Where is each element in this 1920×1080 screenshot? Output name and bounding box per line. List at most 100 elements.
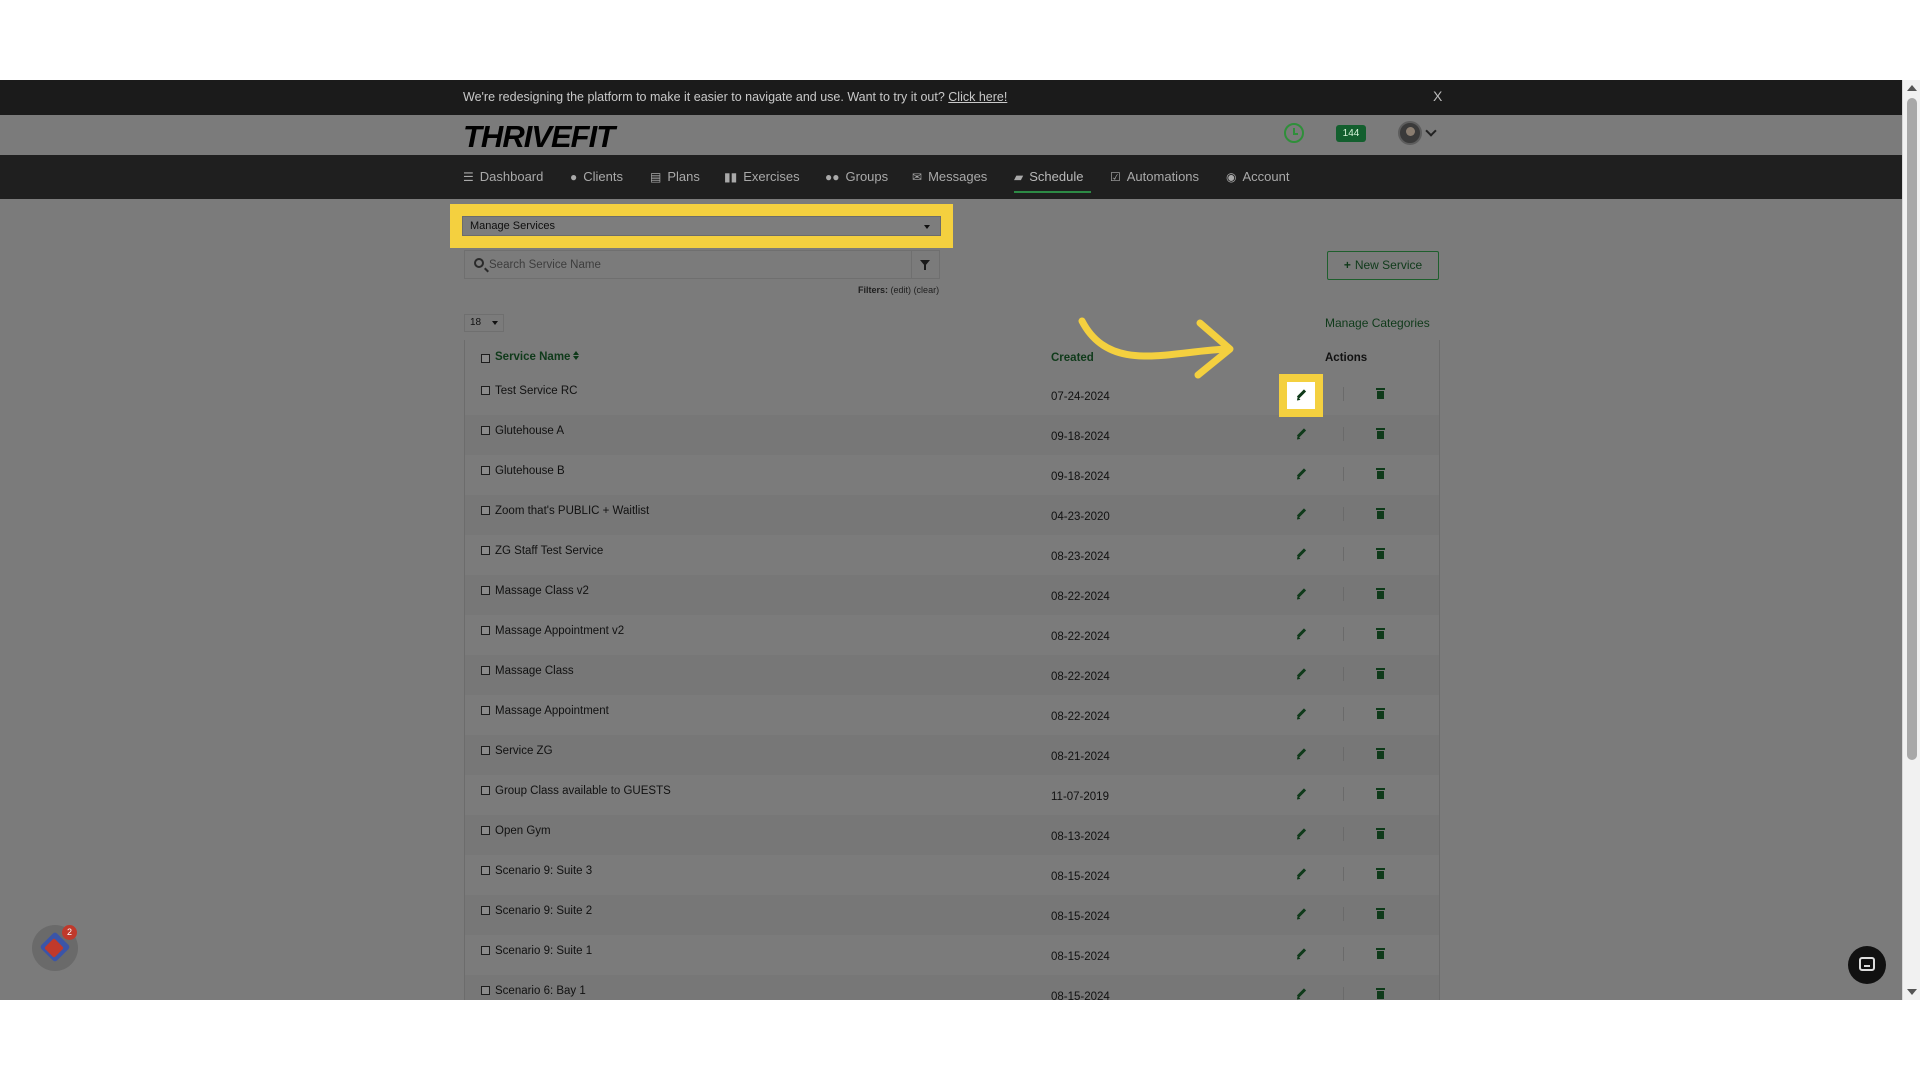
nav-item-label: Messages [928,169,988,184]
avatar[interactable] [1398,121,1422,145]
row-checkbox[interactable] [481,546,490,555]
nav-item-automations[interactable]: ☑ Automations [1110,155,1199,199]
pencil-icon[interactable] [1293,388,1309,404]
trash-icon[interactable] [1376,988,1385,999]
action-divider [1343,947,1344,961]
table-row: Glutehouse B 09-18-2024 [465,455,1439,495]
nav-item-schedule[interactable]: ▰ Schedule [1014,155,1092,199]
row-checkbox[interactable] [481,666,490,675]
pencil-icon[interactable] [1293,627,1309,643]
row-checkbox[interactable] [481,626,490,635]
filters-edit-link[interactable]: (edit) [891,285,912,295]
trash-icon[interactable] [1376,788,1385,799]
nav-item-exercises[interactable]: ▮▮ Exercises [724,155,800,199]
announcement-link[interactable]: Click here! [948,90,1007,104]
column-header-label: Service Name [495,351,571,363]
trash-icon[interactable] [1376,588,1385,599]
trash-icon[interactable] [1376,908,1385,919]
notification-count-badge[interactable]: 144 [1336,125,1366,142]
pencil-icon[interactable] [1293,467,1309,483]
action-divider [1343,867,1344,881]
trash-icon[interactable] [1376,868,1385,879]
search-input[interactable] [489,256,889,274]
row-checkbox[interactable] [481,946,490,955]
row-checkbox[interactable] [481,786,490,795]
trash-icon[interactable] [1376,468,1385,479]
trash-icon[interactable] [1376,828,1385,839]
trash-icon[interactable] [1376,428,1385,439]
row-checkbox[interactable] [481,466,490,475]
filter-button[interactable] [911,250,940,279]
trash-icon[interactable] [1376,948,1385,959]
nav-item-clients[interactable]: ● Clients [570,155,623,199]
pencil-icon[interactable] [1293,587,1309,603]
trash-icon[interactable] [1376,388,1385,399]
trash-icon[interactable] [1376,628,1385,639]
nav-item-label: Automations [1126,169,1200,184]
pencil-icon[interactable] [1293,547,1309,563]
trash-icon[interactable] [1376,668,1385,679]
pencil-icon[interactable] [1293,507,1309,523]
row-checkbox[interactable] [481,986,490,995]
trash-icon[interactable] [1376,748,1385,759]
row-checkbox[interactable] [481,386,490,395]
trash-icon[interactable] [1376,508,1385,519]
app-switcher-widget[interactable]: 2 [32,925,78,971]
row-checkbox[interactable] [481,746,490,755]
row-checkbox[interactable] [481,906,490,915]
row-checkbox[interactable] [481,866,490,875]
service-name: Massage Appointment v2 [495,625,625,637]
pencil-icon[interactable] [1293,787,1309,803]
nav-item-label: Exercises [743,169,800,184]
view-select[interactable]: Manage Services [462,216,941,236]
nav-item-account[interactable]: ◉ Account [1226,155,1289,199]
table-row: Service ZG 08-21-2024 [465,735,1439,775]
pencil-icon[interactable] [1293,427,1309,443]
column-header-service-name[interactable]: Service Name [495,351,580,363]
action-divider [1343,547,1344,561]
nav-item-messages[interactable]: ✉ Messages [912,155,987,199]
row-checkbox[interactable] [481,826,490,835]
scroll-up-icon[interactable] [1907,85,1917,91]
page-size-select[interactable]: 18 [464,314,504,332]
pencil-icon[interactable] [1293,707,1309,723]
pencil-icon[interactable] [1293,907,1309,923]
page-scrollbar[interactable] [1902,80,1920,1000]
nav-item-dashboard[interactable]: ☰ Dashboard [463,155,543,199]
new-service-button[interactable]: + New Service [1327,251,1439,280]
filters-clear-link[interactable]: (clear) [914,285,940,295]
trash-icon[interactable] [1376,708,1385,719]
thrivefit-logo[interactable]: THRIVEFIT [463,119,615,155]
announcement-close-button[interactable]: X [1433,88,1442,104]
caret-down-icon [924,225,930,229]
created-date: 11-07-2019 [1051,791,1109,803]
scroll-down-icon[interactable] [1907,989,1917,995]
trash-icon[interactable] [1376,548,1385,559]
chat-button[interactable] [1848,946,1886,984]
row-checkbox[interactable] [481,426,490,435]
search-field [464,250,912,279]
action-divider [1343,627,1344,641]
clock-icon[interactable] [1284,123,1304,143]
select-all-checkbox[interactable] [481,354,490,363]
pencil-icon[interactable] [1293,747,1309,763]
table-row: Scenario 9: Suite 2 08-15-2024 [465,895,1439,935]
pencil-icon[interactable] [1293,987,1309,1000]
service-name: Scenario 9: Suite 3 [495,865,593,877]
nav-item-groups[interactable]: ●● Groups [825,155,888,199]
nav-item-plans[interactable]: ▤ Plans [650,155,700,199]
row-checkbox[interactable] [481,586,490,595]
table-row: ZG Staff Test Service 08-23-2024 [465,535,1439,575]
scrollbar-thumb[interactable] [1907,98,1917,760]
chevron-down-icon[interactable] [1425,125,1437,137]
pencil-icon[interactable] [1293,827,1309,843]
service-name: Massage Appointment [495,705,609,717]
row-checkbox[interactable] [481,706,490,715]
manage-categories-link[interactable]: Manage Categories [1325,316,1430,330]
pointer-arrow [1078,317,1234,379]
created-date: 08-21-2024 [1051,751,1110,763]
pencil-icon[interactable] [1293,667,1309,683]
pencil-icon[interactable] [1293,867,1309,883]
row-checkbox[interactable] [481,506,490,515]
pencil-icon[interactable] [1293,947,1309,963]
